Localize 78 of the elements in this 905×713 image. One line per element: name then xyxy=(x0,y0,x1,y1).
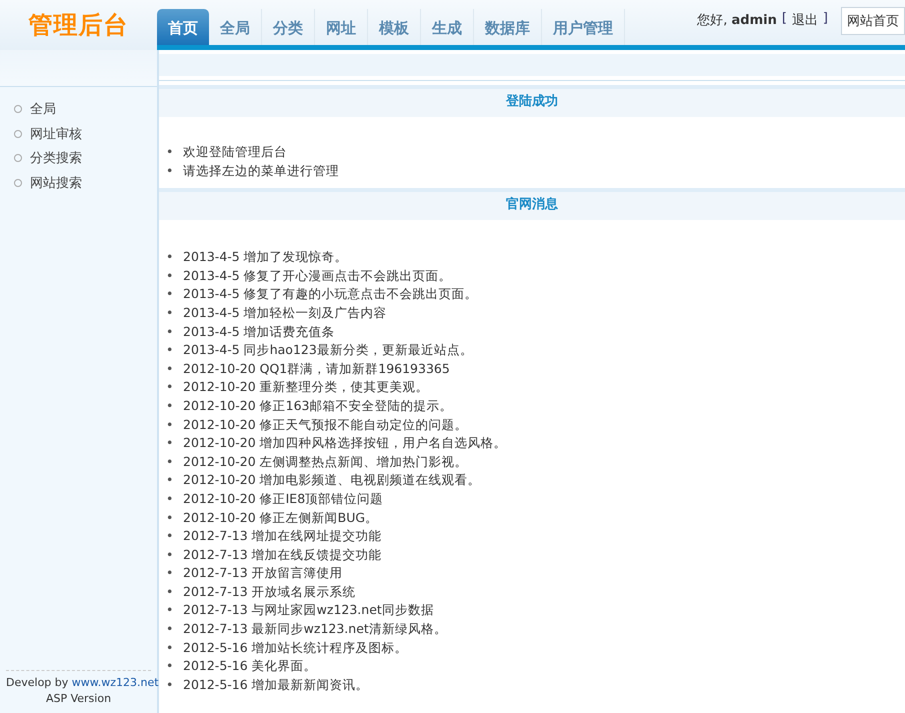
nav-tab[interactable]: 全局 xyxy=(209,9,262,45)
bullet-mark: • xyxy=(166,471,174,490)
sidebar-item[interactable]: 网址审核 xyxy=(30,124,82,143)
sidebar-item[interactable]: 全局 xyxy=(30,100,56,118)
bullet-mark: • xyxy=(166,248,174,266)
nav-tab[interactable]: 数据库 xyxy=(474,9,542,45)
list-item: 2012-10-20 QQ1群满，请加新群196193365 xyxy=(183,360,450,378)
nav-tab[interactable]: 网址 xyxy=(315,9,368,45)
bullet-mark: • xyxy=(166,143,174,161)
circle-bullet-icon xyxy=(14,130,22,138)
sidebar-item[interactable]: 分类搜索 xyxy=(30,149,82,168)
list-item: 2012-10-20 修正IE8顶部错位问题 xyxy=(183,490,384,508)
bullet-mark: • xyxy=(166,304,174,322)
circle-bullet-icon xyxy=(14,178,22,187)
circle-bullet-icon xyxy=(14,105,22,114)
list-item: 2012-7-13 开放留言簿使用 xyxy=(183,564,343,582)
list-item: 2012-7-13 增加在线反馈提交功能 xyxy=(183,546,382,564)
bullet-mark: • xyxy=(166,162,174,180)
bracket-text: [ xyxy=(782,11,787,26)
bullet-mark: • xyxy=(166,416,174,434)
nav-tab[interactable]: 用户管理 xyxy=(542,9,625,45)
list-item: 欢迎登陆管理后台 xyxy=(183,143,287,161)
nav-tab[interactable]: 首页 xyxy=(157,9,209,45)
bullet-mark: • xyxy=(166,546,174,564)
list-item: 2012-7-13 增加在线网址提交功能 xyxy=(183,527,382,546)
section-title: 官网消息 xyxy=(506,196,558,214)
bullet-mark: • xyxy=(166,676,174,694)
list-item: 2012-10-20 增加四种风格选择按钮，用户名自选风格。 xyxy=(183,434,507,452)
bullet-mark: • xyxy=(166,452,174,471)
list-item: 2013-4-5 同步hao123最新分类，更新最近站点。 xyxy=(183,341,473,360)
sidebar-item[interactable]: 网站搜索 xyxy=(30,174,82,192)
bullet-mark: • xyxy=(166,378,174,396)
list-item: 2012-5-16 增加站长统计程序及图标。 xyxy=(183,638,408,657)
bullet-mark: • xyxy=(166,285,174,304)
bullet-mark: • xyxy=(166,341,174,360)
bullet-mark: • xyxy=(166,396,174,415)
list-item: 2012-10-20 增加电影频道、电视剧频道在线观看。 xyxy=(183,471,481,490)
section-title: 登陆成功 xyxy=(506,93,558,110)
list-item: 2012-10-20 重新整理分类，使其更美观。 xyxy=(183,378,429,396)
logout-link[interactable]: 退出 xyxy=(792,11,818,29)
list-item: 2012-10-20 修正左侧新闻BUG。 xyxy=(183,508,378,526)
nav-tab[interactable]: 生成 xyxy=(421,9,474,45)
bullet-mark: • xyxy=(166,638,174,657)
list-item: 2013-4-5 增加轻松一刻及广告内容 xyxy=(183,304,387,322)
list-item: 2012-5-16 美化界面。 xyxy=(183,657,317,676)
list-item: 2013-4-5 增加话费充值条 xyxy=(183,322,335,341)
bullet-mark: • xyxy=(166,434,174,452)
footer-link[interactable]: www.wz123.net xyxy=(72,676,159,689)
nav-tab[interactable]: 分类 xyxy=(262,9,315,45)
bullet-mark: • xyxy=(166,582,174,601)
bullet-mark: • xyxy=(166,490,174,508)
circle-bullet-icon xyxy=(14,154,22,162)
list-item: 2012-10-20 左侧调整热点新闻、增加热门影视。 xyxy=(183,452,468,471)
greeting-text: 您好, admin xyxy=(697,12,777,29)
bullet-mark: • xyxy=(166,527,174,546)
site-home-button[interactable]: 网站首页 xyxy=(841,7,905,35)
list-item: 2013-4-5 修复了开心漫画点击不会跳出页面。 xyxy=(183,266,452,285)
bullet-mark: • xyxy=(166,601,174,620)
version-text: ASP Version xyxy=(44,691,112,707)
list-item: 2013-4-5 修复了有趣的小玩意点击不会跳出页面。 xyxy=(183,285,478,304)
list-item: 2013-4-5 增加了发现惊奇。 xyxy=(183,248,348,266)
bullet-mark: • xyxy=(166,657,174,676)
list-item: 2012-7-13 最新同步wz123.net清新绿风格。 xyxy=(183,620,447,638)
bullet-mark: • xyxy=(166,620,174,638)
list-item: 2012-7-13 开放域名展示系统 xyxy=(183,582,356,601)
bullet-mark: • xyxy=(166,564,174,582)
bullet-mark: • xyxy=(166,322,174,341)
list-item: 2012-7-13 与网址家园wz123.net同步数据 xyxy=(183,601,434,620)
bullet-mark: • xyxy=(166,266,174,285)
list-item: 请选择左边的菜单进行管理 xyxy=(183,162,339,180)
list-item: 2012-5-16 增加最新新闻资讯。 xyxy=(183,676,369,694)
bullet-mark: • xyxy=(166,508,174,526)
bullet-mark: • xyxy=(166,360,174,378)
bracket-text: ] xyxy=(822,11,828,26)
list-item: 2012-10-20 修正163邮箱不安全登陆的提示。 xyxy=(183,396,452,415)
nav-tab[interactable]: 模板 xyxy=(368,9,421,45)
logo-text: 管理后台 xyxy=(28,10,128,41)
list-item: 2012-10-20 修正天气预报不能自动定位的问题。 xyxy=(183,416,468,434)
